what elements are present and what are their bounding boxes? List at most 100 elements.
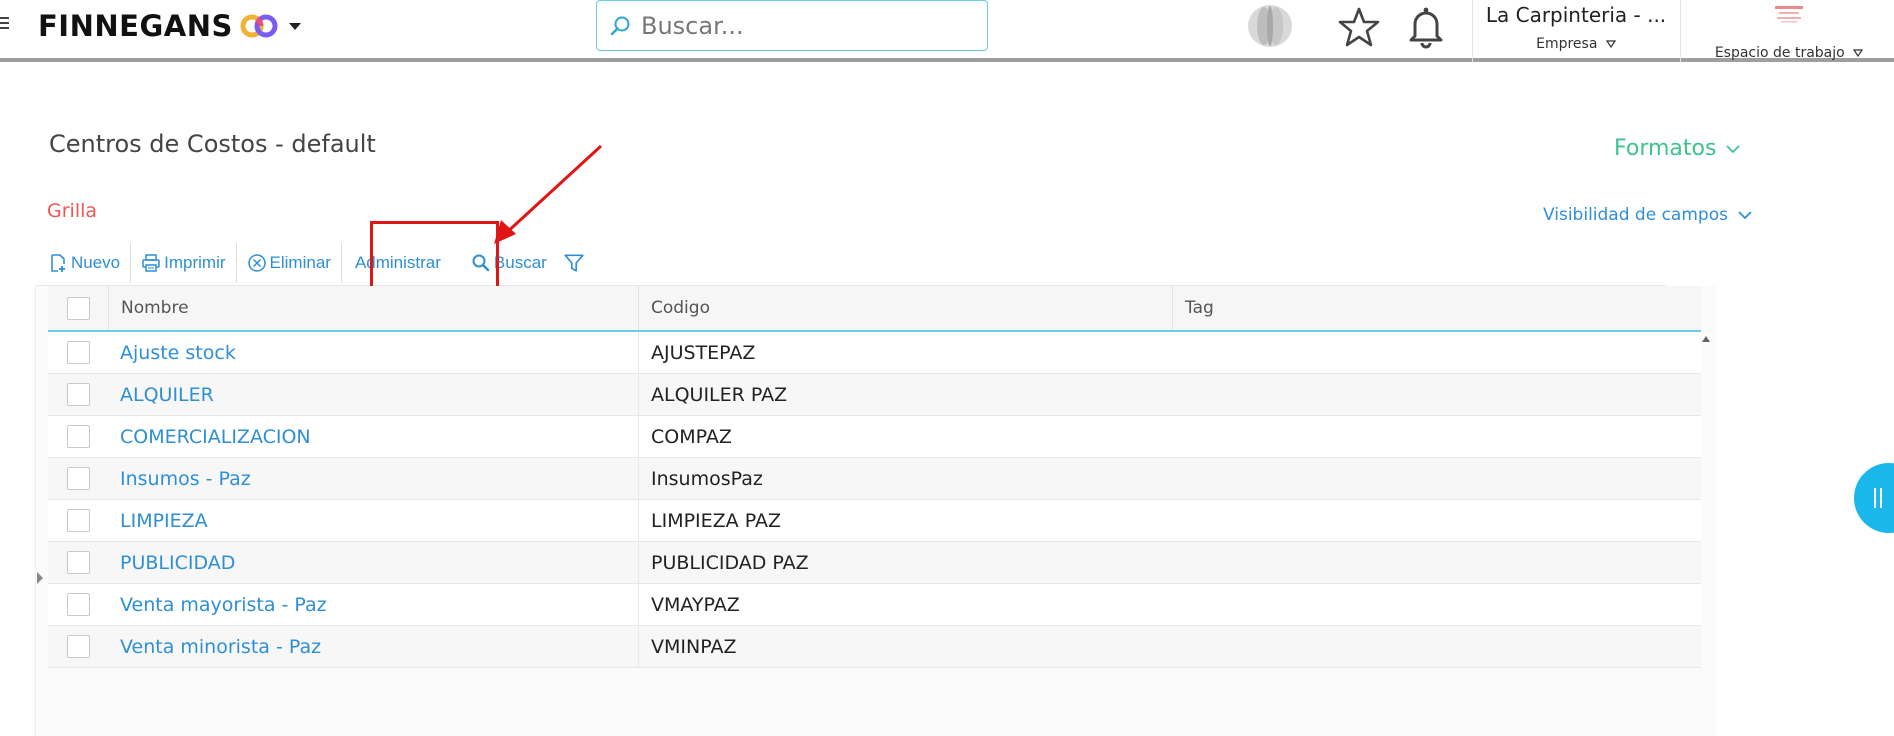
cell-tag	[1172, 584, 1701, 625]
row-checkbox-cell	[48, 416, 108, 457]
row-checkbox[interactable]	[66, 593, 90, 616]
cell-codigo: VMINPAZ	[638, 626, 1172, 667]
grid-container: Nombre Codigo Tag Ajuste stock AJUSTEPAZ…	[35, 286, 1716, 736]
row-checkbox[interactable]	[66, 425, 90, 448]
search-input[interactable]	[641, 11, 961, 40]
brand-name: FINNEGANS	[38, 9, 233, 43]
cell-nombre[interactable]: Ajuste stock	[108, 332, 638, 373]
field-visibility-label: Visibilidad de campos	[1543, 205, 1728, 225]
cell-nombre[interactable]: PUBLICIDAD	[108, 542, 638, 583]
table-row[interactable]: COMERCIALIZACION COMPAZ	[48, 416, 1701, 458]
cell-codigo: COMPAZ	[638, 416, 1172, 457]
bell-icon[interactable]	[1404, 4, 1448, 50]
column-header-codigo[interactable]: Codigo	[638, 286, 1172, 330]
workspace-logo	[1775, 6, 1803, 23]
cell-codigo: PUBLICIDAD PAZ	[638, 542, 1172, 583]
row-checkbox[interactable]	[66, 467, 90, 490]
table-row[interactable]: Venta mayorista - Paz VMAYPAZ	[48, 584, 1701, 626]
finnegans-co-logo	[240, 14, 278, 38]
caret-down-icon	[1853, 49, 1864, 57]
row-checkbox[interactable]	[66, 551, 90, 574]
header-divider	[1472, 0, 1473, 62]
avatar-blob-icon[interactable]	[1244, 4, 1296, 48]
column-header-nombre[interactable]: Nombre	[108, 286, 638, 330]
cell-nombre[interactable]: Insumos - Paz	[108, 458, 638, 499]
cell-nombre[interactable]: COMERCIALIZACION	[108, 416, 638, 457]
company-selector[interactable]: La Carpinteria - ... Empresa	[1474, 0, 1678, 62]
header-divider	[1680, 0, 1681, 62]
brand[interactable]: FINNEGANS	[38, 8, 303, 44]
cell-tag	[1172, 458, 1701, 499]
cell-tag	[1172, 542, 1701, 583]
delete-label: Eliminar	[269, 253, 331, 272]
printer-icon	[142, 254, 160, 272]
tab-grilla[interactable]: Grilla	[47, 200, 97, 222]
data-grid: Nombre Codigo Tag Ajuste stock AJUSTEPAZ…	[48, 286, 1701, 668]
print-label: Imprimir	[164, 253, 226, 272]
side-panel-expander[interactable]	[37, 572, 43, 584]
company-label-wrap: Empresa	[1474, 36, 1678, 52]
cell-tag	[1172, 626, 1701, 667]
company-label: Empresa	[1536, 36, 1598, 52]
cell-tag	[1172, 374, 1701, 415]
row-checkbox-cell	[48, 332, 108, 373]
side-drawer-handle[interactable]	[1854, 463, 1894, 533]
table-row[interactable]: ALQUILER ALQUILER PAZ	[48, 374, 1701, 416]
workspace-selector[interactable]: Espacio de trabajo	[1684, 0, 1894, 62]
new-button[interactable]: Nuevo	[38, 240, 130, 286]
cell-tag	[1172, 332, 1701, 373]
caret-down-icon	[1605, 40, 1616, 48]
cell-nombre[interactable]: Venta minorista - Paz	[108, 626, 638, 667]
grid-body: Ajuste stock AJUSTEPAZ ALQUILER ALQUILER…	[48, 332, 1701, 668]
row-checkbox-cell	[48, 584, 108, 625]
chevron-down-icon	[1726, 144, 1741, 153]
table-row[interactable]: Ajuste stock AJUSTEPAZ	[48, 332, 1701, 374]
table-row[interactable]: Insumos - Paz InsumosPaz	[48, 458, 1701, 500]
row-checkbox[interactable]	[66, 509, 90, 532]
workspace-label-wrap: Espacio de trabajo	[1684, 45, 1894, 61]
top-bar: FINNEGANS La Carpinteria - ...	[0, 0, 1894, 62]
formats-label: Formatos	[1614, 136, 1717, 161]
row-checkbox-cell	[48, 374, 108, 415]
cell-codigo: AJUSTEPAZ	[638, 332, 1172, 373]
row-checkbox-cell	[48, 542, 108, 583]
row-checkbox-cell	[48, 458, 108, 499]
row-checkbox-cell	[48, 500, 108, 541]
page-title: Centros de Costos - default	[49, 130, 376, 158]
cell-codigo: ALQUILER PAZ	[638, 374, 1172, 415]
table-row[interactable]: LIMPIEZA LIMPIEZA PAZ	[48, 500, 1701, 542]
annotation-arrow	[494, 144, 603, 244]
select-all-checkbox[interactable]	[66, 296, 90, 320]
search-icon	[610, 16, 630, 35]
table-row[interactable]: Venta minorista - Paz VMINPAZ	[48, 626, 1701, 668]
star-icon[interactable]	[1337, 5, 1381, 49]
row-checkbox[interactable]	[66, 635, 90, 658]
cell-codigo: InsumosPaz	[638, 458, 1172, 499]
formats-dropdown[interactable]: Formatos	[1614, 136, 1741, 161]
chevron-down-icon[interactable]	[287, 18, 303, 34]
cell-nombre[interactable]: ALQUILER	[108, 374, 638, 415]
scroll-up-arrow[interactable]	[1702, 336, 1710, 342]
row-checkbox[interactable]	[66, 341, 90, 364]
select-all-cell	[48, 286, 108, 330]
company-name: La Carpinteria - ...	[1485, 3, 1667, 27]
delete-button[interactable]: Eliminar	[237, 240, 341, 286]
cell-nombre[interactable]: LIMPIEZA	[108, 500, 638, 541]
row-checkbox-cell	[48, 626, 108, 667]
cell-tag	[1172, 416, 1701, 457]
cell-tag	[1172, 500, 1701, 541]
row-checkbox[interactable]	[66, 383, 90, 406]
new-doc-icon	[51, 254, 65, 272]
workspace-label: Espacio de trabajo	[1714, 45, 1845, 61]
print-button[interactable]: Imprimir	[131, 240, 235, 286]
new-label: Nuevo	[71, 253, 121, 272]
cell-codigo: VMAYPAZ	[638, 584, 1172, 625]
grid-header: Nombre Codigo Tag	[48, 286, 1701, 332]
chevron-down-icon	[1738, 211, 1752, 220]
menu-icon[interactable]	[0, 14, 12, 36]
column-header-tag[interactable]: Tag	[1172, 286, 1701, 330]
table-row[interactable]: PUBLICIDAD PUBLICIDAD PAZ	[48, 542, 1701, 584]
search-box[interactable]	[596, 0, 988, 51]
cell-nombre[interactable]: Venta mayorista - Paz	[108, 584, 638, 625]
field-visibility-dropdown[interactable]: Visibilidad de campos	[1543, 205, 1752, 225]
